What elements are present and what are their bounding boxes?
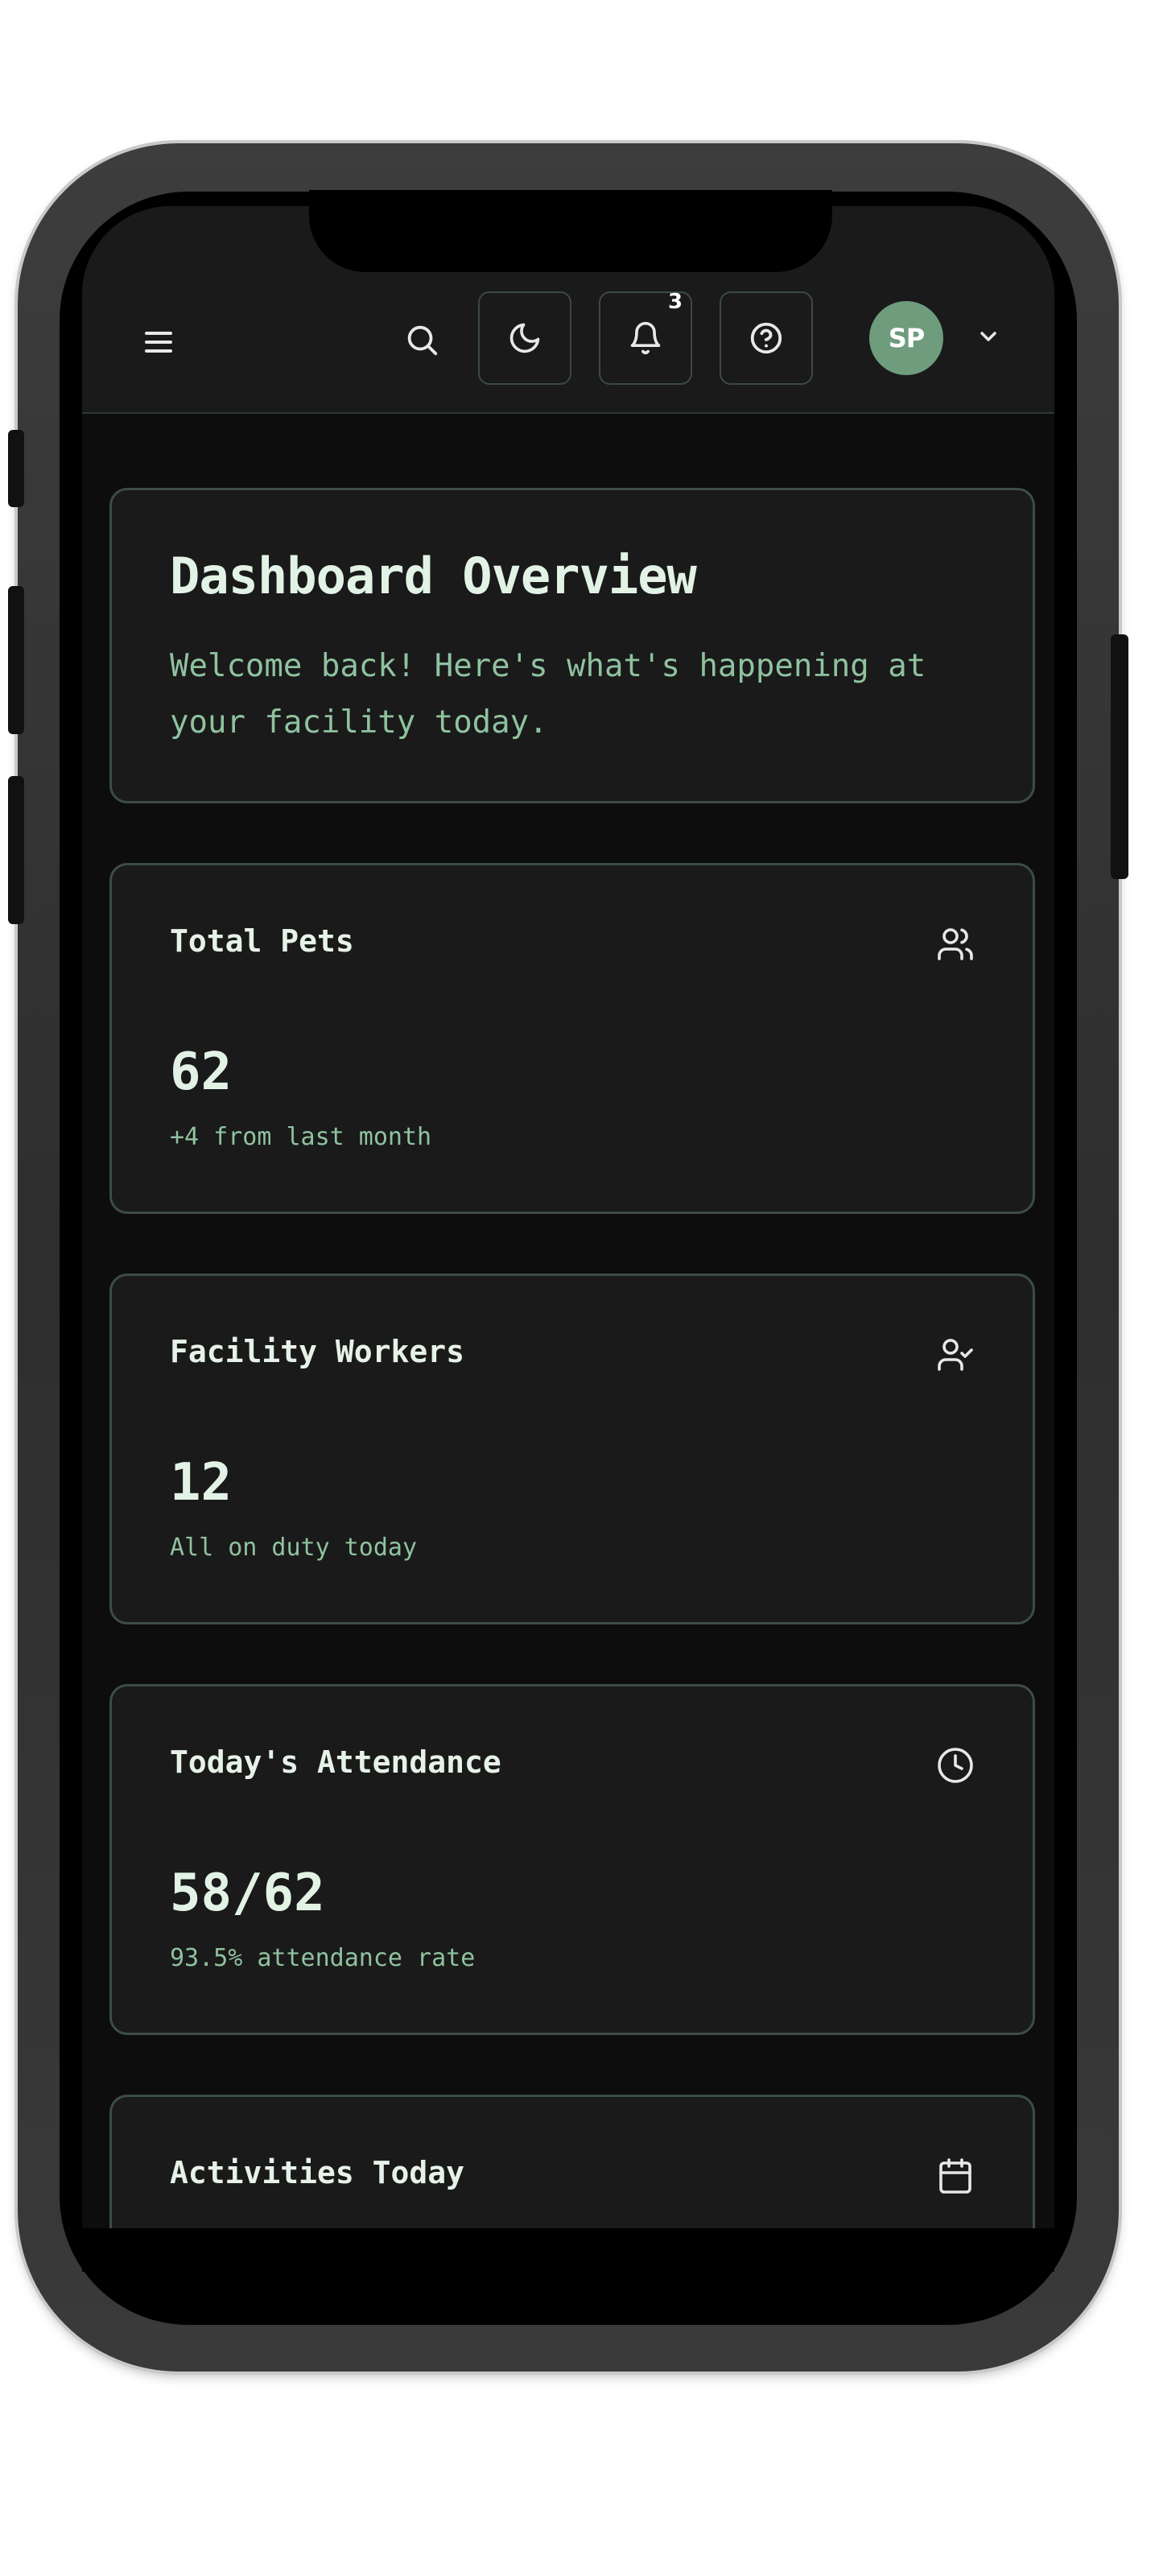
stat-card-title: Total Pets [170, 923, 354, 959]
welcome-card: Dashboard Overview Welcome back! Here's … [109, 488, 1035, 803]
search-button[interactable] [375, 293, 468, 386]
stat-card-title: Today's Attendance [170, 1744, 501, 1780]
stat-card-facility-workers[interactable]: Facility Workers 12 All on duty today [109, 1274, 1035, 1624]
welcome-subtitle: Welcome back! Here's what's happening at… [170, 648, 926, 741]
phone-chin [82, 2228, 1054, 2272]
stat-card-title: Activities Today [170, 2155, 465, 2190]
user-check-icon [938, 1339, 973, 1371]
page-title: Dashboard Overview [170, 547, 697, 605]
clock-icon [938, 1748, 973, 1783]
stat-card-note: All on duty today [170, 1534, 418, 1562]
users-icon [938, 928, 973, 960]
stat-card-total-pets[interactable]: Total Pets 62 +4 from last month [109, 863, 1035, 1214]
stat-card-note: 93.5% attendance rate [170, 1944, 476, 1972]
phone-volume-down-button [8, 776, 24, 924]
phone-action-button [8, 430, 24, 507]
hamburger-menu-icon[interactable] [140, 324, 177, 361]
bell-icon [630, 321, 661, 354]
help-button[interactable] [720, 291, 813, 385]
theme-toggle-button[interactable] [478, 291, 571, 385]
chevron-down-icon[interactable] [975, 324, 1001, 349]
stat-card-value: 12 [170, 1453, 233, 1513]
phone-volume-up-button [8, 586, 24, 734]
stat-card-attendance[interactable]: Today's Attendance 58/62 93.5% attendanc… [109, 1684, 1035, 2035]
stat-card-title: Facility Workers [170, 1334, 465, 1369]
help-circle-icon [750, 322, 782, 354]
stat-card-value: 62 [170, 1042, 233, 1102]
phone-notch [309, 190, 832, 272]
avatar[interactable]: SP [869, 301, 943, 375]
stat-card-value: 58/62 [170, 1864, 325, 1923]
search-icon [407, 325, 438, 356]
stat-card-note: +4 from last month [170, 1123, 432, 1151]
notification-count-badge: 3 [668, 290, 683, 314]
calendar-icon [939, 2158, 971, 2194]
phone-power-button [1111, 634, 1128, 879]
moon-icon [509, 323, 540, 353]
